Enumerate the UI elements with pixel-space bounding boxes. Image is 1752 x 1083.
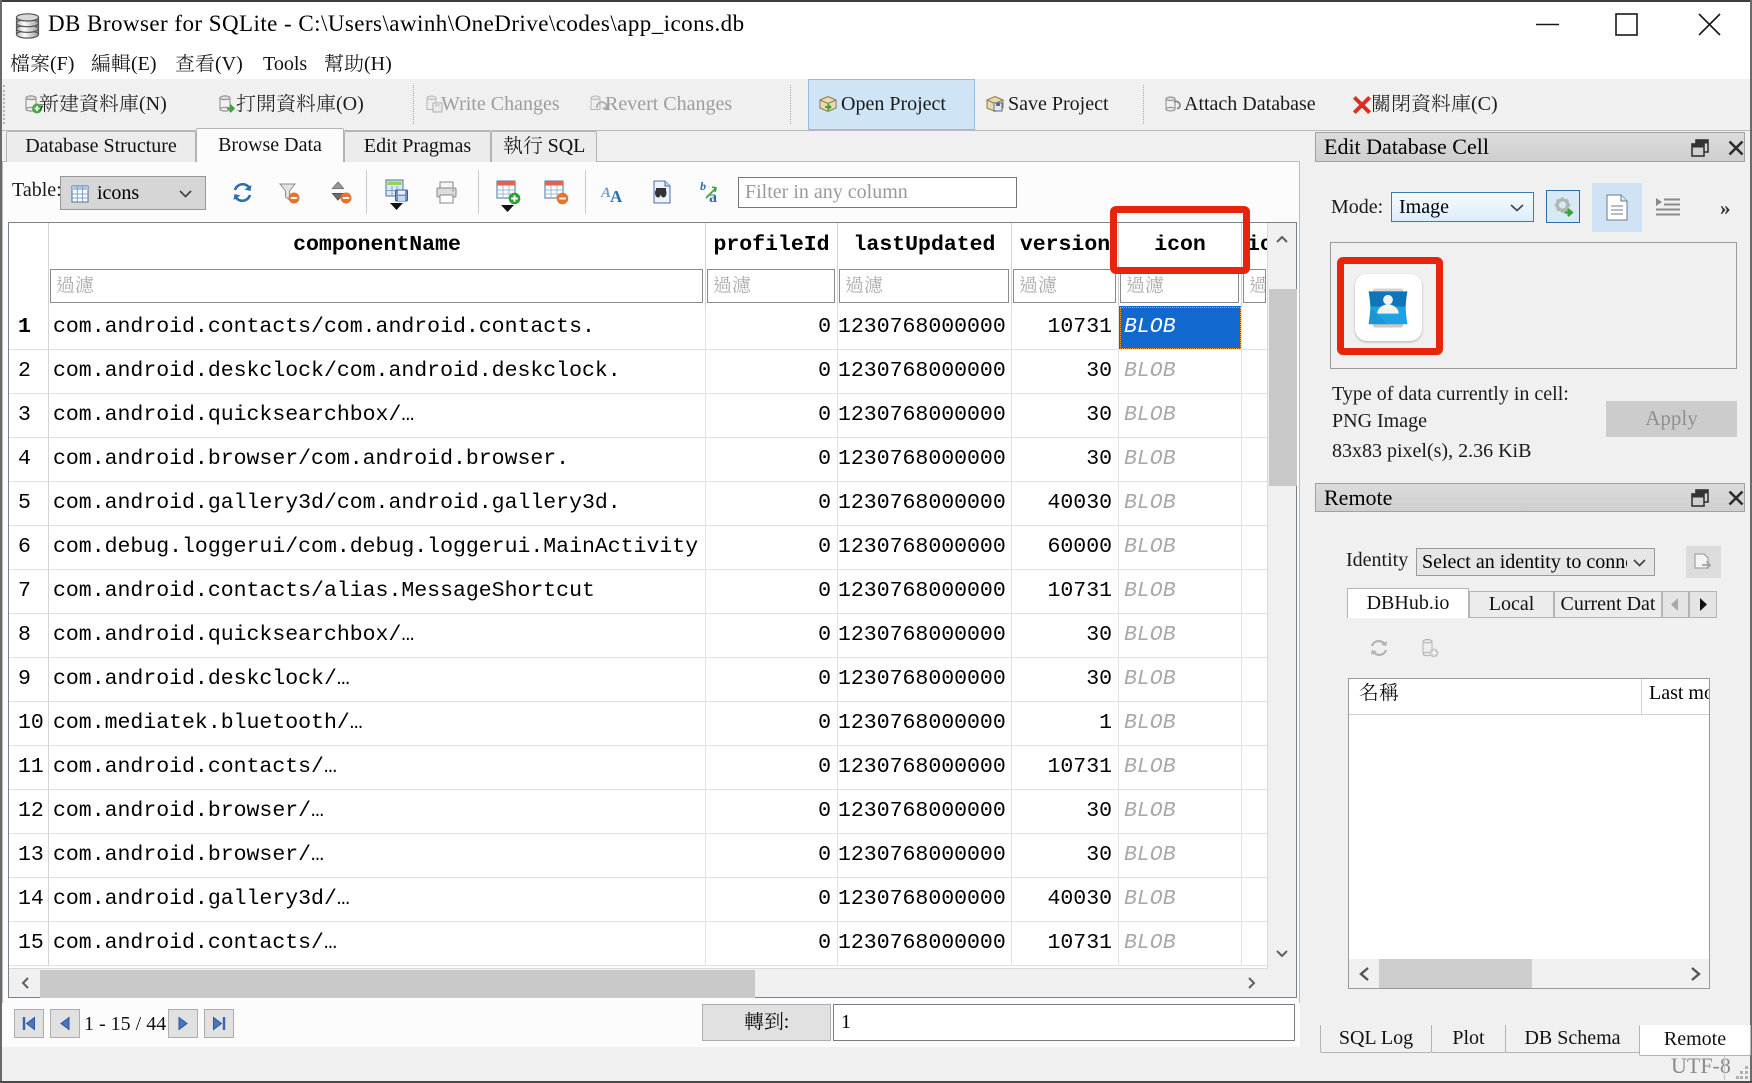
svg-text:b: b: [700, 180, 706, 193]
svg-text:A: A: [610, 187, 623, 204]
